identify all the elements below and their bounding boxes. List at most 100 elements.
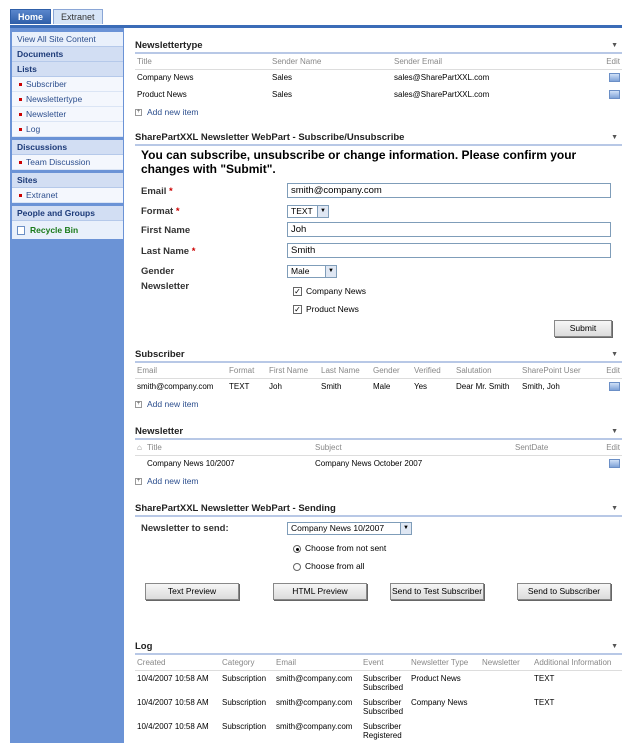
radio-unselected-icon	[293, 562, 301, 571]
column-header[interactable]: Newsletter	[480, 655, 532, 671]
cell-email[interactable]: smith@company.com	[274, 719, 361, 743]
choose-all-radio[interactable]: Choose from all	[293, 561, 365, 571]
view-all-site-content-link[interactable]: View All Site Content	[12, 32, 123, 47]
webpart-menu-icon[interactable]: ▼	[611, 351, 618, 358]
column-header: Edit	[602, 440, 622, 456]
recycle-bin-link[interactable]: Recycle Bin	[12, 221, 123, 239]
table-row: Product News Sales sales@SharePartXXL.co…	[135, 87, 622, 104]
add-new-item-link[interactable]: + Add new item	[135, 396, 622, 410]
cell-email[interactable]: smith@company.com	[274, 671, 361, 696]
subscriber-title: Subscriber ▼	[135, 349, 622, 363]
cell-email[interactable]: smith@company.com	[274, 695, 361, 719]
cell-title[interactable]: Company News	[135, 70, 270, 88]
radio-label: Choose from all	[305, 561, 365, 571]
column-header[interactable]: Email	[274, 655, 361, 671]
nav-header-documents[interactable]: Documents	[12, 47, 123, 62]
cell-created[interactable]: 10/4/2007 10:58 AM	[135, 695, 220, 719]
column-header[interactable]: Subject	[313, 440, 513, 456]
nav-header-discussions[interactable]: Discussions	[12, 140, 123, 155]
edit-icon[interactable]	[609, 73, 620, 82]
cell-additional-info: TEXT	[534, 674, 555, 683]
edit-icon[interactable]	[609, 382, 620, 391]
newsletter-select-value: Company News 10/2007	[291, 523, 385, 533]
radio-selected-icon	[293, 544, 301, 553]
tab-home[interactable]: Home	[10, 9, 52, 24]
column-header[interactable]: Sender Email	[392, 54, 602, 70]
column-header[interactable]: Newsletter Type	[409, 655, 480, 671]
column-header[interactable]: SentDate	[513, 440, 602, 456]
column-header[interactable]: First Name	[267, 363, 319, 379]
html-preview-button[interactable]: HTML Preview	[273, 583, 367, 600]
nav-item-newsletter[interactable]: Newsletter	[12, 107, 123, 122]
cell-email[interactable]: smith@company.com	[135, 379, 227, 397]
column-header: Edit	[602, 54, 622, 70]
webpart-title-text: SharePartXXL Newsletter WebPart - Subscr…	[135, 132, 405, 143]
email-field[interactable]: smith@company.com	[287, 183, 611, 198]
column-header[interactable]: Created	[135, 655, 220, 671]
cell-title[interactable]: Company News 10/2007	[145, 456, 313, 474]
column-header[interactable]: Event	[361, 655, 409, 671]
column-header[interactable]: Salutation	[454, 363, 520, 379]
column-header[interactable]: Verified	[412, 363, 454, 379]
choose-not-sent-radio[interactable]: Choose from not sent	[293, 543, 386, 553]
webpart-menu-icon[interactable]: ▼	[611, 505, 618, 512]
cell-created[interactable]: 10/4/2007 10:58 AM	[135, 671, 220, 696]
nav-item-extranet[interactable]: Extranet	[12, 188, 123, 203]
newslettertype-title: Newslettertype ▼	[135, 40, 622, 54]
column-header[interactable]: Sender Name	[270, 54, 392, 70]
cell-event: Subscriber Subscribed	[363, 698, 404, 716]
gender-label: Gender	[141, 266, 175, 277]
webpart-menu-icon[interactable]: ▼	[611, 428, 618, 435]
gender-select[interactable]: Male ▼	[287, 265, 337, 278]
newsletter-to-send-select[interactable]: Company News 10/2007 ▼	[287, 522, 412, 535]
add-new-item-link[interactable]: + Add new item	[135, 473, 622, 487]
edit-icon[interactable]	[609, 459, 620, 468]
column-header[interactable]: Format	[227, 363, 267, 379]
column-header[interactable]: Email	[135, 363, 227, 379]
nav-header-lists[interactable]: Lists	[12, 62, 123, 77]
product-news-checkbox[interactable]: ✓ Product News	[293, 304, 359, 315]
nav-header-sites[interactable]: Sites	[12, 173, 123, 188]
nav-item-team-discussion[interactable]: Team Discussion	[12, 155, 123, 170]
nav-item-newslettertype[interactable]: Newslettertype	[12, 92, 123, 107]
company-news-checkbox[interactable]: ✓ Company News	[293, 286, 366, 297]
newsletter-webpart: Newsletter ▼ ⌂ Title Subject SentDate Edi…	[135, 426, 622, 487]
table-row: Company News 10/2007 Company News Octobe…	[135, 456, 622, 474]
cell-email[interactable]: sales@SharePartXXL.com	[392, 87, 602, 104]
webpart-menu-icon[interactable]: ▼	[611, 643, 618, 650]
send-to-test-subscriber-button[interactable]: Send to Test Subscriber	[390, 583, 484, 600]
column-header[interactable]: Category	[220, 655, 274, 671]
send-to-subscriber-button[interactable]: Send to Subscriber	[517, 583, 611, 600]
cell-created[interactable]: 10/4/2007 10:58 AM	[135, 719, 220, 743]
nav-item-log[interactable]: Log	[12, 122, 123, 137]
add-new-item-link[interactable]: + Add new item	[135, 104, 622, 118]
edit-icon[interactable]	[609, 90, 620, 99]
column-header[interactable]: Last Name	[319, 363, 371, 379]
cell-event: Subscriber Registered	[363, 722, 402, 740]
nav-item-label: Log	[26, 124, 41, 134]
add-icon: +	[135, 109, 142, 117]
cell-title[interactable]: Product News	[135, 87, 270, 104]
format-select[interactable]: TEXT ▼	[287, 205, 329, 218]
webpart-menu-icon[interactable]: ▼	[611, 134, 618, 141]
column-header[interactable]: Gender	[371, 363, 412, 379]
text-preview-button[interactable]: Text Preview	[145, 583, 239, 600]
column-header[interactable]: Title	[145, 440, 313, 456]
webpart-menu-icon[interactable]: ▼	[611, 42, 618, 49]
column-header[interactable]: Additional Information	[532, 655, 622, 671]
first-name-field[interactable]: Joh	[287, 222, 611, 237]
table-row: Company News Sales sales@SharePartXXL.co…	[135, 70, 622, 88]
cell-newsletter-type	[409, 719, 480, 743]
column-header[interactable]: Title	[135, 54, 270, 70]
cell-sharepoint-user[interactable]: Smith, Joh	[520, 379, 602, 397]
last-name-field[interactable]: Smith	[287, 243, 611, 258]
cell-email[interactable]: sales@SharePartXXL.com	[392, 70, 602, 88]
nav-header-people-and-groups[interactable]: People and Groups	[12, 206, 123, 221]
column-header: Edit	[602, 363, 622, 379]
first-name-label: First Name	[141, 225, 191, 236]
column-header[interactable]: SharePoint User	[520, 363, 602, 379]
submit-button[interactable]: Submit	[554, 320, 612, 337]
nav-item-subscriber[interactable]: Subscriber	[12, 77, 123, 92]
bullet-icon	[19, 128, 22, 132]
tab-extranet[interactable]: Extranet	[53, 9, 103, 24]
